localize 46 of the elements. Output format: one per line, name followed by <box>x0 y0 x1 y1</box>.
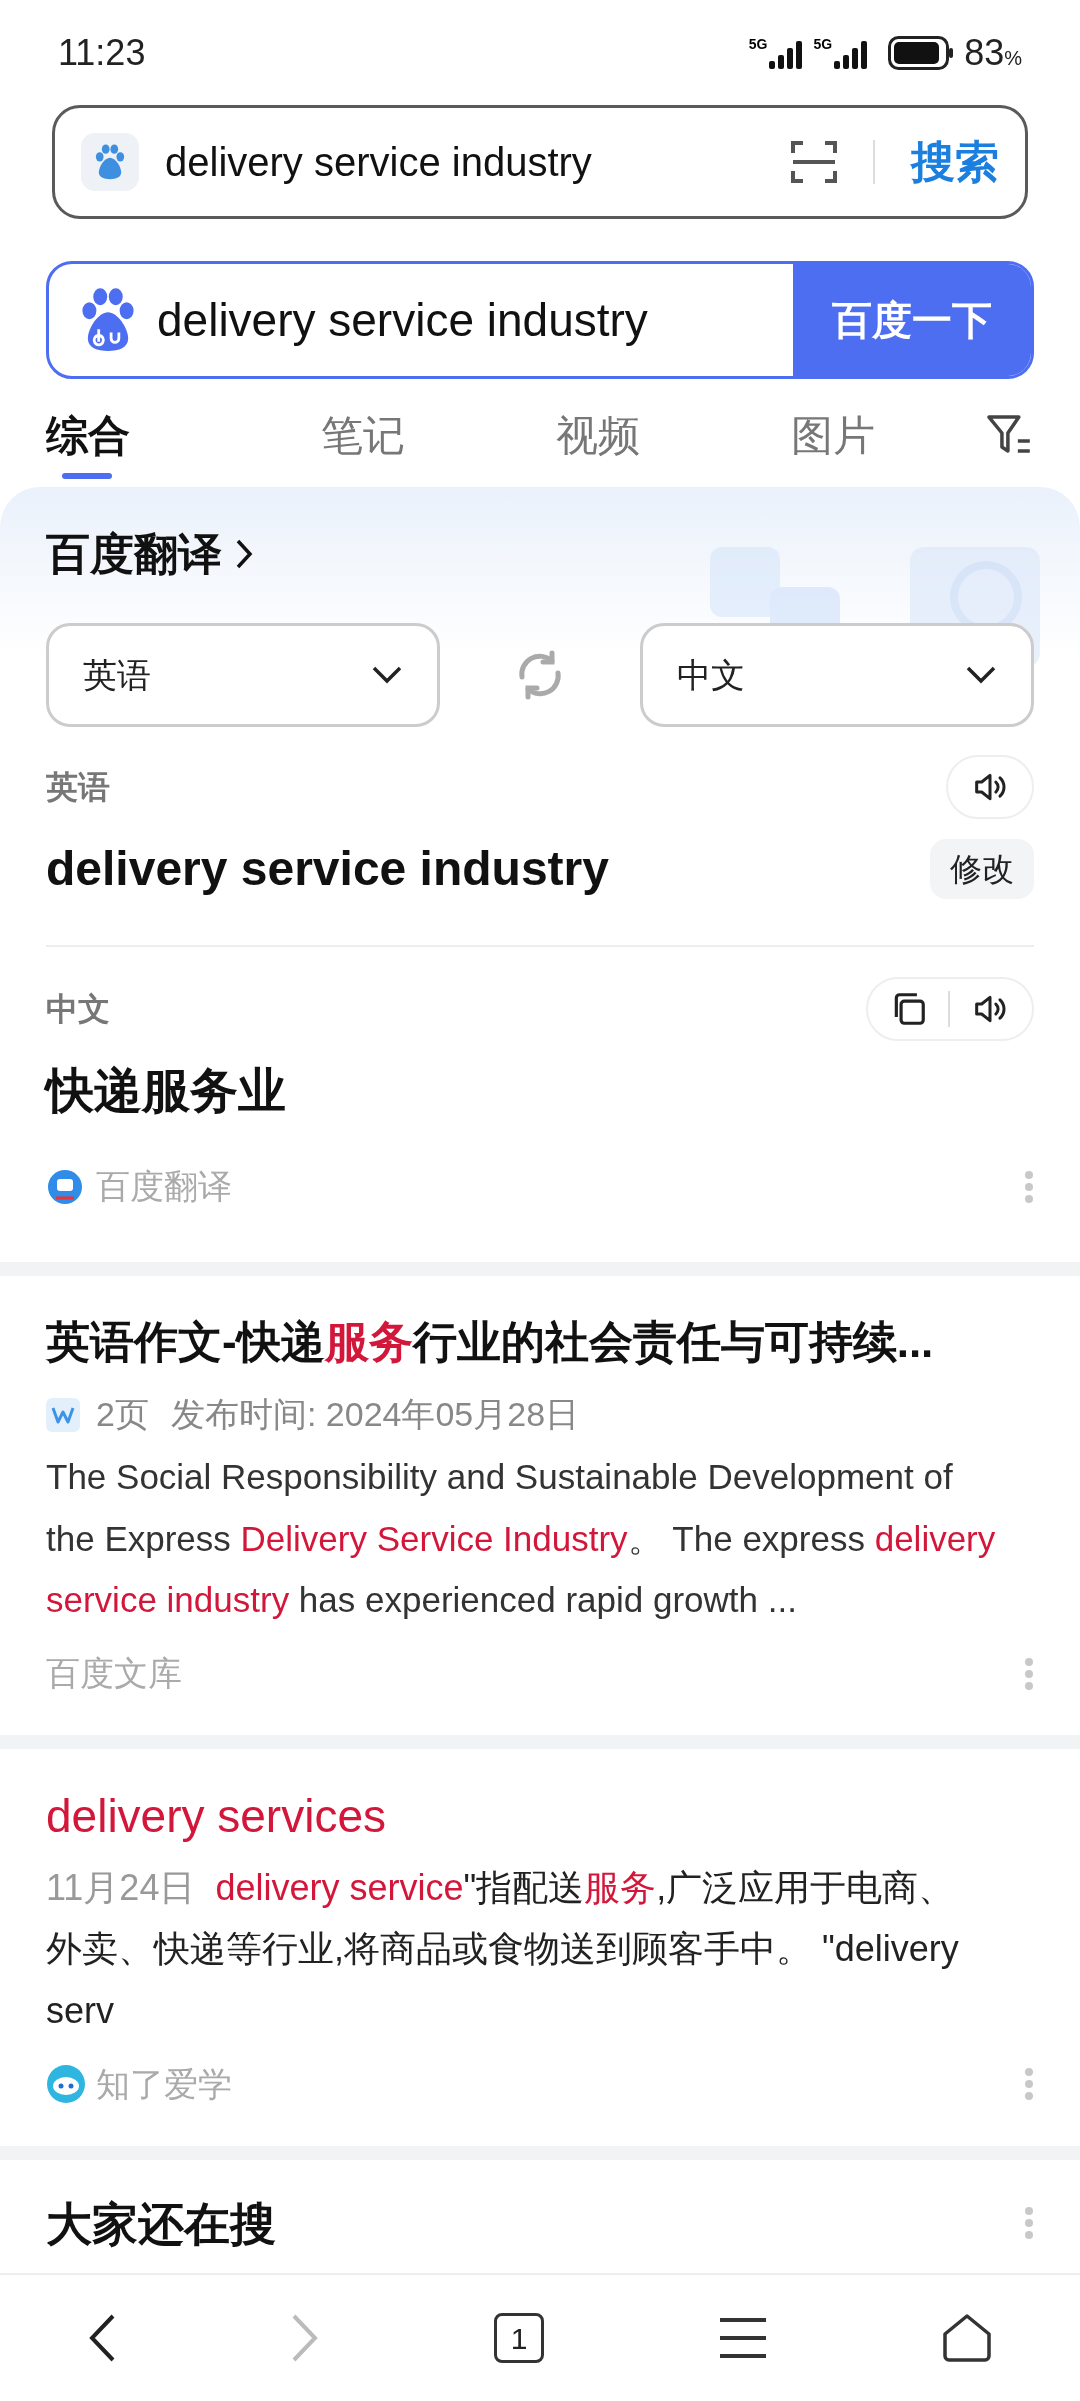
chevron-down-icon <box>371 665 403 685</box>
status-time: 11:23 <box>58 30 146 75</box>
menu-icon[interactable] <box>717 2316 768 2360</box>
search-query: delivery service industry <box>157 292 649 348</box>
section-heading: 大家还在搜 <box>46 2196 276 2252</box>
tab[interactable]: 综合 <box>46 383 281 487</box>
translation-result: 快递服务业 <box>46 1063 287 1119</box>
search-button[interactable]: 搜索 <box>911 129 999 195</box>
page-count: 2页 <box>96 1394 149 1436</box>
chevron-right-icon <box>234 537 254 571</box>
translate-app-icon <box>46 1167 84 1206</box>
address-text: delivery service industry <box>165 139 593 186</box>
source-label: 英语 <box>46 768 110 807</box>
battery-icon <box>888 35 955 70</box>
tab[interactable]: 笔记 <box>280 383 516 487</box>
network-type: 5G <box>813 36 833 51</box>
scan-icon[interactable] <box>791 139 837 185</box>
document-icon <box>46 1397 80 1432</box>
baidu-search-button[interactable]: 百度一下 <box>793 264 1031 376</box>
provider-name: 百度翻译 <box>96 1166 232 1207</box>
target-label: 中文 <box>46 990 110 1029</box>
result-snippet: 11月24日 delivery service"指配送服务,广泛应用于电商、外卖、快递等行业,将商品或食物送到顾客手中。 "delivery serv <box>46 1866 960 2033</box>
signal-icon <box>769 40 804 69</box>
source-language-select[interactable]: 英语 <box>46 623 440 727</box>
search-field[interactable]: delivery service industry 百度一下 <box>46 261 1034 379</box>
source-text: delivery service industry <box>46 841 609 897</box>
result-title: delivery services <box>46 1789 387 1845</box>
chevron-down-icon <box>965 665 997 685</box>
result-title: 英语作文-快递服务行业的社会责任与可持续... <box>46 1316 935 1368</box>
result-snippet: The Social Responsibility and Sustainable Development of the Express Delivery Service Industry。 The express delivery service industry has experienced rapid growth ... <box>46 1456 997 1621</box>
source-name: 百度文库 <box>46 1653 182 1695</box>
battery-percent: 83% <box>964 30 1022 75</box>
tab-count-button[interactable]: 1 <box>494 2313 544 2363</box>
signal-icon <box>834 40 869 69</box>
publish-date: 发布时间: 2024年05月28日 <box>170 1394 580 1436</box>
network-type: 5G <box>748 36 768 51</box>
tab[interactable]: 图片 <box>751 383 987 487</box>
translate-title[interactable]: 百度翻译 <box>46 521 222 587</box>
robot-icon <box>46 2064 86 2105</box>
home-icon[interactable] <box>941 2312 994 2364</box>
tab[interactable]: 视频 <box>516 383 752 487</box>
address-bar[interactable]: delivery service industry 搜索 <box>52 105 1028 219</box>
edit-button[interactable]: 修改 <box>930 839 1034 899</box>
target-language-select[interactable]: 中文 <box>640 623 1034 727</box>
play-source-button[interactable] <box>946 755 1034 819</box>
source-name: 知了爱学 <box>96 2063 232 2105</box>
